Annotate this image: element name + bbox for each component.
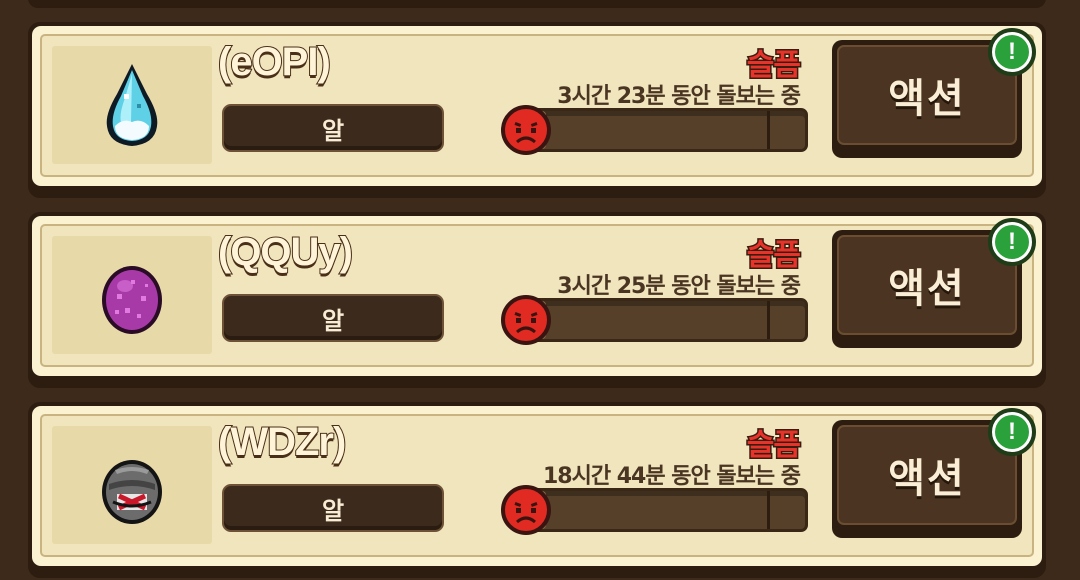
exclamation-icon: !	[995, 225, 1029, 259]
exclamation-icon: !	[995, 415, 1029, 449]
pet-stage-badge: 알	[222, 484, 444, 532]
previous-card-edge	[28, 0, 1046, 8]
alert-badge: !	[988, 28, 1036, 76]
pet-name: (eOPI)	[217, 39, 332, 85]
pet-icon-panel	[52, 236, 212, 354]
gauge-marker	[767, 491, 770, 529]
pet-card: (QQUy) 알 슬픔 3시간 25분 동안 돌보는 중 액션 !	[28, 212, 1046, 388]
gauge-marker	[767, 111, 770, 149]
sad-face-icon	[500, 484, 552, 536]
sad-face-icon	[500, 104, 552, 156]
care-time: 18시간 44분 동안 돌보는 중	[542, 464, 801, 489]
purple-spotted-egg-icon	[97, 250, 167, 340]
pet-name: (QQUy)	[217, 229, 354, 275]
exclamation-icon: !	[995, 35, 1029, 69]
pet-stage-badge: 알	[222, 104, 444, 152]
alert-badge: !	[988, 218, 1036, 266]
pet-icon-panel	[52, 426, 212, 544]
pet-name: (WDZr)	[217, 419, 347, 465]
mood-gauge	[514, 488, 808, 532]
sad-face-icon	[500, 294, 552, 346]
pet-stage-badge: 알	[222, 294, 444, 342]
pet-icon-panel	[52, 46, 212, 164]
pet-card: (eOPI) 알 슬픔 3시간 23분 동안 돌보는 중 액션 !	[28, 22, 1046, 198]
care-time: 3시간 25분 동안 돌보는 중	[557, 274, 801, 299]
striped-gray-egg-icon	[97, 440, 167, 530]
pet-card: (WDZr) 알 슬픔 18시간 44분 동안 돌보는 중 액션 !	[28, 402, 1046, 578]
care-time: 3시간 23분 동안 돌보는 중	[557, 84, 801, 109]
gauge-marker	[767, 301, 770, 339]
mood-gauge	[514, 108, 808, 152]
mood-gauge	[514, 298, 808, 342]
blue-ice-egg-icon	[97, 60, 167, 150]
alert-badge: !	[988, 408, 1036, 456]
